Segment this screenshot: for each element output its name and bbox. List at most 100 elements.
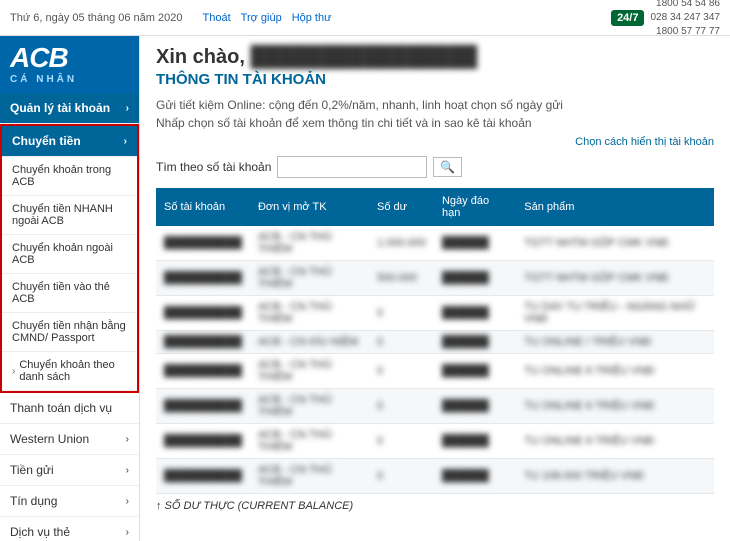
table-row[interactable]: ██████████ACB - CN THỦ THIÊM0██████TU 10… [156, 459, 714, 494]
col-header-so-du: Số dư [369, 188, 434, 226]
table-cell: ██████████ [156, 331, 250, 354]
table-row[interactable]: ██████████ACB - CN THỦ THIÊM1.000.000███… [156, 226, 714, 261]
submenu-label: Chuyển tiền NHANH ngoài ACB [12, 203, 113, 227]
table-cell: ACB - CN THỦ THIÊM [250, 261, 369, 296]
table-cell: ACB - CN THỦ THIÊM [250, 459, 369, 494]
submenu-label: Chuyển tiền vào thẻ ACB [12, 281, 110, 305]
search-input[interactable] [277, 156, 427, 178]
table-cell: ACB - CN KÌU NIỆM [250, 331, 369, 354]
table-cell: 0 [369, 354, 434, 389]
sidebar-item-label: Quản lý tài khoản [10, 101, 110, 115]
submenu-label: Chuyển tiền nhận bằng CMND/ Passport [12, 320, 126, 344]
chevron-right-icon-3: › [126, 434, 129, 445]
table-cell: ██████ [434, 296, 516, 331]
submenu-item-chuyen-khoan-danh-sach[interactable]: › Chuyển khoản theo danh sách [2, 352, 137, 391]
search-label: Tìm theo số tài khoản [156, 160, 271, 174]
sidebar: ACB CÁ NHÂN Quản lý tài khoản › Chuyển t… [0, 36, 140, 541]
table-cell: ██████████ [156, 296, 250, 331]
submenu-item-chuyen-tien-the[interactable]: Chuyển tiền vào thẻ ACB [2, 274, 137, 313]
greeting: Xin chào, ████████████████ [156, 46, 714, 69]
table-cell: 0 [369, 459, 434, 494]
table-cell: ██████ [434, 424, 516, 459]
sidebar-item-quan-ly[interactable]: Quản lý tài khoản › [0, 93, 139, 124]
sidebar-item-chuyen-tien[interactable]: Chuyển tiền › [2, 126, 137, 157]
table-cell: TGTT NHTM GỘP CMK VNĐ [516, 226, 714, 261]
sidebar-item-label: Thanh toán dịch vụ [10, 401, 112, 415]
sidebar-item-tien-gui[interactable]: Tiền gửi › [0, 455, 139, 486]
chevron-right-icon-4: › [126, 465, 129, 476]
col-header-san-pham: Sản phẩm [516, 188, 714, 226]
search-button[interactable]: 🔍 [433, 157, 462, 177]
search-row: Tìm theo số tài khoản 🔍 [156, 156, 714, 178]
logo-subtitle: CÁ NHÂN [10, 74, 77, 85]
help-link[interactable]: Trợ giúp [241, 12, 282, 24]
table-cell: TU ONLINE 6 TRIỆU VNĐ [516, 389, 714, 424]
table-cell: TU ONLINE 6 TRIỆU VNĐ [516, 424, 714, 459]
display-settings-link[interactable]: Chọn cách hiển thị tài khoản [156, 136, 714, 148]
table-cell: 0 [369, 296, 434, 331]
chevron-right-icon-5: › [126, 496, 129, 507]
table-cell: ██████████ [156, 226, 250, 261]
logout-link[interactable]: Thoát [203, 12, 231, 24]
table-cell: ██████ [434, 459, 516, 494]
table-cell: TGTT NHTM GỘP CMK VNĐ [516, 261, 714, 296]
greeting-name: ████████████████ [250, 46, 477, 68]
table-row[interactable]: ██████████ACB - CN THỦ THIÊM0██████TU ON… [156, 424, 714, 459]
table-cell: TU ONLINE 6 TRIỆU VNĐ [516, 354, 714, 389]
phone-numbers: 1800 54 54 86028 34 247 3471800 57 77 77 [650, 0, 720, 39]
sidebar-item-dich-vu-the[interactable]: Dịch vụ thẻ › [0, 517, 139, 541]
submenu-label: Chuyển khoản theo danh sách [19, 359, 127, 383]
submenu-item-chuyen-khoan-ngoai[interactable]: Chuyển khoản ngoài ACB [2, 235, 137, 274]
chevron-right-icon-2: › [124, 136, 127, 147]
account-table: Số tài khoản Đơn vị mở TK Số dư Ngày đáo… [156, 188, 714, 494]
table-cell: ACB - CN THỦ THIÊM [250, 354, 369, 389]
table-cell: ██████ [434, 226, 516, 261]
header: Thứ 6, ngày 05 tháng 06 năm 2020 Thoát T… [0, 0, 730, 36]
sidebar-item-label: Tiền gửi [10, 463, 54, 477]
badge-247: 24/7 [611, 10, 644, 26]
col-header-don-vi: Đơn vị mở TK [250, 188, 369, 226]
table-row[interactable]: ██████████ACB - CN THỦ THIÊM500.000█████… [156, 261, 714, 296]
main-content: Xin chào, ████████████████ THÔNG TIN TÀI… [140, 36, 730, 541]
submenu-item-chuyen-tien-nhanh[interactable]: Chuyển tiền NHANH ngoài ACB [2, 196, 137, 235]
sidebar-item-tin-dung[interactable]: Tín dụng › [0, 486, 139, 517]
sidebar-item-label: Dịch vụ thẻ [10, 525, 70, 539]
table-cell: ██████ [434, 331, 516, 354]
table-cell: 0 [369, 389, 434, 424]
logo-acb: ACB [10, 44, 68, 72]
chevron-right-icon: › [126, 103, 129, 114]
layout: ACB CÁ NHÂN Quản lý tài khoản › Chuyển t… [0, 36, 730, 541]
table-cell: ██████ [434, 389, 516, 424]
table-cell: ACB - CN THỦ THIÊM [250, 424, 369, 459]
instruction-text: Nhấp chọn số tài khoản để xem thông tin … [156, 116, 714, 130]
table-cell: 0 [369, 331, 434, 354]
promo-text: Gửi tiết kiệm Online: cộng đến 0,2%/năm,… [156, 98, 714, 112]
chevron-right-icon-6: › [126, 527, 129, 538]
greeting-text: Xin chào, [156, 46, 245, 68]
chuyen-tien-label: Chuyển tiền [12, 134, 81, 148]
table-cell: ACB - CN THỦ THIÊM [250, 389, 369, 424]
sidebar-item-thanh-toan[interactable]: Thanh toán dịch vụ [0, 393, 139, 424]
table-cell: 500.000 [369, 261, 434, 296]
arrow-icon: › [12, 366, 15, 377]
table-cell: ██████████ [156, 424, 250, 459]
table-row[interactable]: ██████████ACB - CN KÌU NIỆM0██████TU ONL… [156, 331, 714, 354]
table-row[interactable]: ██████████ACB - CN THỦ THIÊM0██████TU DA… [156, 296, 714, 331]
total-row: ↑ SỐ DƯ THỰC (CURRENT BALANCE) [156, 500, 714, 512]
table-cell: ██████ [434, 261, 516, 296]
table-header-row: Số tài khoản Đơn vị mở TK Số dư Ngày đáo… [156, 188, 714, 226]
inbox-link[interactable]: Hộp thư [292, 12, 332, 24]
submenu-item-chuyen-khoan-trong-acb[interactable]: Chuyển khoản trong ACB [2, 157, 137, 196]
submenu-item-chuyen-tien-cmnd[interactable]: Chuyển tiền nhận bằng CMND/ Passport [2, 313, 137, 352]
table-cell: 0 [369, 424, 434, 459]
table-row[interactable]: ██████████ACB - CN THỦ THIÊM0██████TU ON… [156, 389, 714, 424]
sidebar-item-western-union[interactable]: Western Union › [0, 424, 139, 455]
submenu-label: Chuyển khoản ngoài ACB [12, 242, 113, 266]
header-right: 24/7 1800 54 54 86028 34 247 3471800 57 … [611, 0, 720, 39]
table-cell: 1.000.000 [369, 226, 434, 261]
chuyen-tien-expanded: Chuyển tiền › Chuyển khoản trong ACB Chu… [0, 124, 139, 393]
table-cell: TU DAY TU TRIỀU - NGÀNG NHỮ VNĐ [516, 296, 714, 331]
table-row[interactable]: ██████████ACB - CN THỦ THIÊM0██████TU ON… [156, 354, 714, 389]
table-cell: ██████████ [156, 389, 250, 424]
table-cell: ██████ [434, 354, 516, 389]
